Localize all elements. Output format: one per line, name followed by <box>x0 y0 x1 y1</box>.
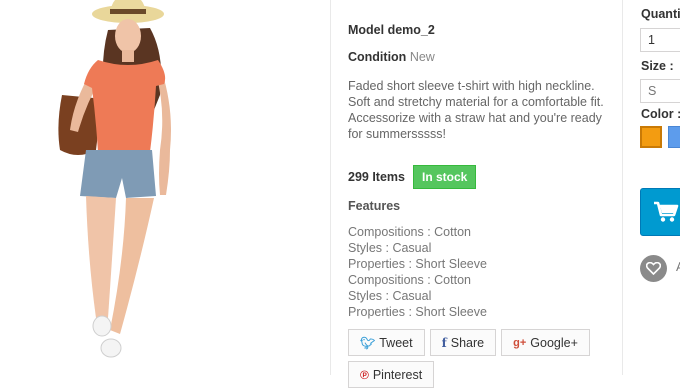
availability-row: 299 Items In stock <box>348 165 477 189</box>
feature-item: Properties : Short Sleeve <box>348 305 487 319</box>
feature-item: Styles : Casual <box>348 289 432 303</box>
google-plus-icon: g+ <box>513 336 527 349</box>
heart-icon[interactable] <box>640 255 667 282</box>
stock-badge: In stock <box>412 165 477 189</box>
tweet-label: Tweet <box>379 335 413 350</box>
add-to-cart-button[interactable] <box>640 188 680 236</box>
googleplus-label: Google+ <box>530 335 578 350</box>
social-share: 🐦︎ Tweet f Share g+ Google+ <box>348 329 595 356</box>
share-label: Share <box>450 335 485 350</box>
feature-item: Compositions : Cotton <box>348 273 471 287</box>
color-swatch-orange[interactable] <box>640 126 662 148</box>
condition-label: Condition <box>348 50 407 64</box>
googleplus-button[interactable]: g+ Google+ <box>501 329 590 356</box>
twitter-icon: 🐦︎ <box>360 335 376 350</box>
size-label: Size : <box>641 59 674 73</box>
feature-item: Properties : Short Sleeve <box>348 257 487 271</box>
product-condition: Condition New <box>348 50 435 64</box>
product-description: Faded short sleeve t-shirt with high nec… <box>348 79 604 141</box>
product-photo <box>58 0 171 358</box>
share-button[interactable]: f Share <box>429 329 497 356</box>
product-model: Model demo_2 <box>348 23 435 37</box>
items-count: 299 Items <box>348 170 405 184</box>
tweet-button[interactable]: 🐦︎ Tweet <box>348 329 425 356</box>
features-title: Features <box>348 199 401 213</box>
feature-item: Styles : Casual <box>348 241 432 255</box>
quantity-input[interactable]: 1 <box>640 28 680 52</box>
color-swatch-blue[interactable] <box>668 126 680 148</box>
color-label: Color : <box>641 107 680 121</box>
divider-right <box>622 0 623 375</box>
product-image[interactable] <box>0 0 330 375</box>
features-list: Compositions : Cotton Styles : Casual Pr… <box>348 224 487 320</box>
shopping-cart-icon <box>654 201 679 222</box>
condition-value: New <box>409 50 435 64</box>
feature-item: Compositions : Cotton <box>348 225 471 239</box>
quantity-label: Quantit <box>641 7 680 21</box>
divider-left <box>330 0 331 375</box>
size-select[interactable]: S <box>640 79 680 103</box>
buy-box: Quantit 1 Size : S Color : A <box>640 0 680 375</box>
facebook-icon: f <box>441 335 447 350</box>
wishlist-label[interactable]: A <box>676 260 680 274</box>
